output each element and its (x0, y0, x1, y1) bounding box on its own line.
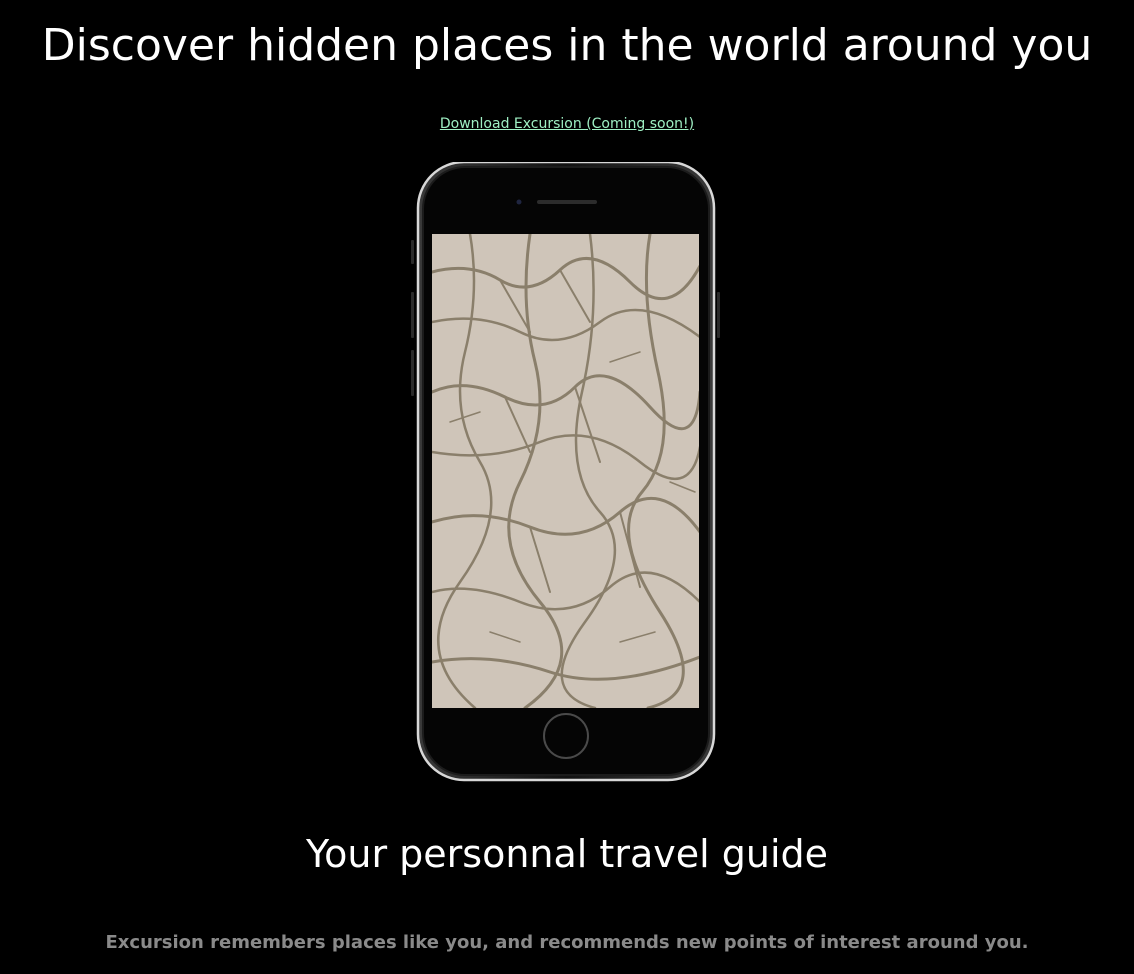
download-link[interactable]: Download Excursion (Coming soon!) (440, 116, 694, 132)
tagline: Your personnal travel guide (305, 832, 829, 876)
volume-down-button (411, 350, 414, 396)
phone-screen (432, 234, 699, 708)
description: Excursion remembers places like you, and… (105, 932, 1029, 953)
mute-switch (411, 240, 414, 264)
phone-illustration (411, 162, 720, 782)
earpiece (537, 200, 597, 204)
download-link-container: Download Excursion (Coming soon!) (0, 115, 1134, 133)
volume-up-button (411, 292, 414, 338)
hero-title: Discover hidden places in the world arou… (41, 20, 1093, 71)
phone-mockup (410, 162, 722, 784)
power-button (717, 292, 720, 338)
front-camera (516, 199, 522, 205)
home-button (543, 713, 589, 759)
